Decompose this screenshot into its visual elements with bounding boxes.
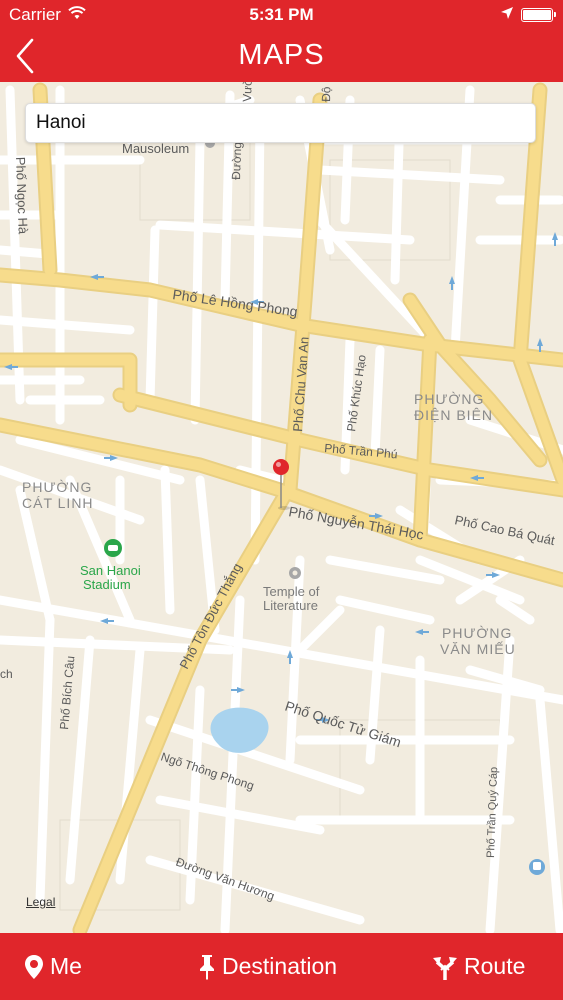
nav-bar: MAPS <box>0 30 563 82</box>
district-van-mieu-2: VĂN MIẾU <box>440 641 516 657</box>
location-pin-icon <box>25 954 43 979</box>
location-services-icon <box>501 7 513 19</box>
label-mausoleum: Mausoleum <box>122 141 189 156</box>
tab-route-label: Route <box>464 953 526 979</box>
poi-stadium-1: San Hanoi <box>80 563 141 578</box>
legal-link[interactable]: Legal <box>26 895 55 909</box>
district-cat-linh-1: PHƯỜNG <box>22 479 92 495</box>
label-ngoc-ha: Phố Ngọc Hà <box>13 157 31 236</box>
tab-destination-label: Destination <box>222 953 338 979</box>
label-bich-cau: Phố Bích Câu <box>57 655 77 730</box>
tab-route[interactable]: Route <box>432 933 525 1000</box>
tab-bar: Me Destination Route <box>0 933 563 1000</box>
push-pin-icon <box>200 954 214 980</box>
district-van-mieu-1: PHƯỜNG <box>442 625 512 641</box>
label-ngo-thong-phong: Ngõ Thông Phong <box>159 750 256 793</box>
tab-destination[interactable]: Destination <box>198 933 337 1000</box>
tab-me-label: Me <box>50 953 82 979</box>
label-vuo-top: Vườ <box>240 82 255 102</box>
poi-stadium-2: Stadium <box>83 577 131 592</box>
district-dien-bien-2: ĐIỆN BIÊN <box>414 407 493 423</box>
clock: 5:31 PM <box>249 5 314 24</box>
label-duong-top: Đường <box>229 142 244 180</box>
page-title: MAPS <box>238 39 325 71</box>
label-do-top: Độ <box>319 86 334 102</box>
label-chu-van-an: Phố Chu Van An <box>290 336 312 432</box>
tab-me[interactable]: Me <box>24 933 82 1000</box>
status-bar: Carrier 5:31 PM <box>0 0 563 30</box>
search-input[interactable] <box>25 103 536 143</box>
battery-icon <box>521 8 556 22</box>
district-dien-bien-1: PHƯỜNG <box>414 391 484 407</box>
poi-temple-1: Temple of <box>263 584 320 599</box>
label-cao-ba-quat: Phố Cao Bá Quát <box>453 512 556 548</box>
map-pin-icon[interactable] <box>272 458 292 510</box>
district-cat-linh-2: CÁT LINH <box>22 495 94 511</box>
label-ech: ch <box>0 667 13 681</box>
poi-temple-2: Literature <box>263 598 318 613</box>
route-arrows-icon <box>433 956 457 980</box>
